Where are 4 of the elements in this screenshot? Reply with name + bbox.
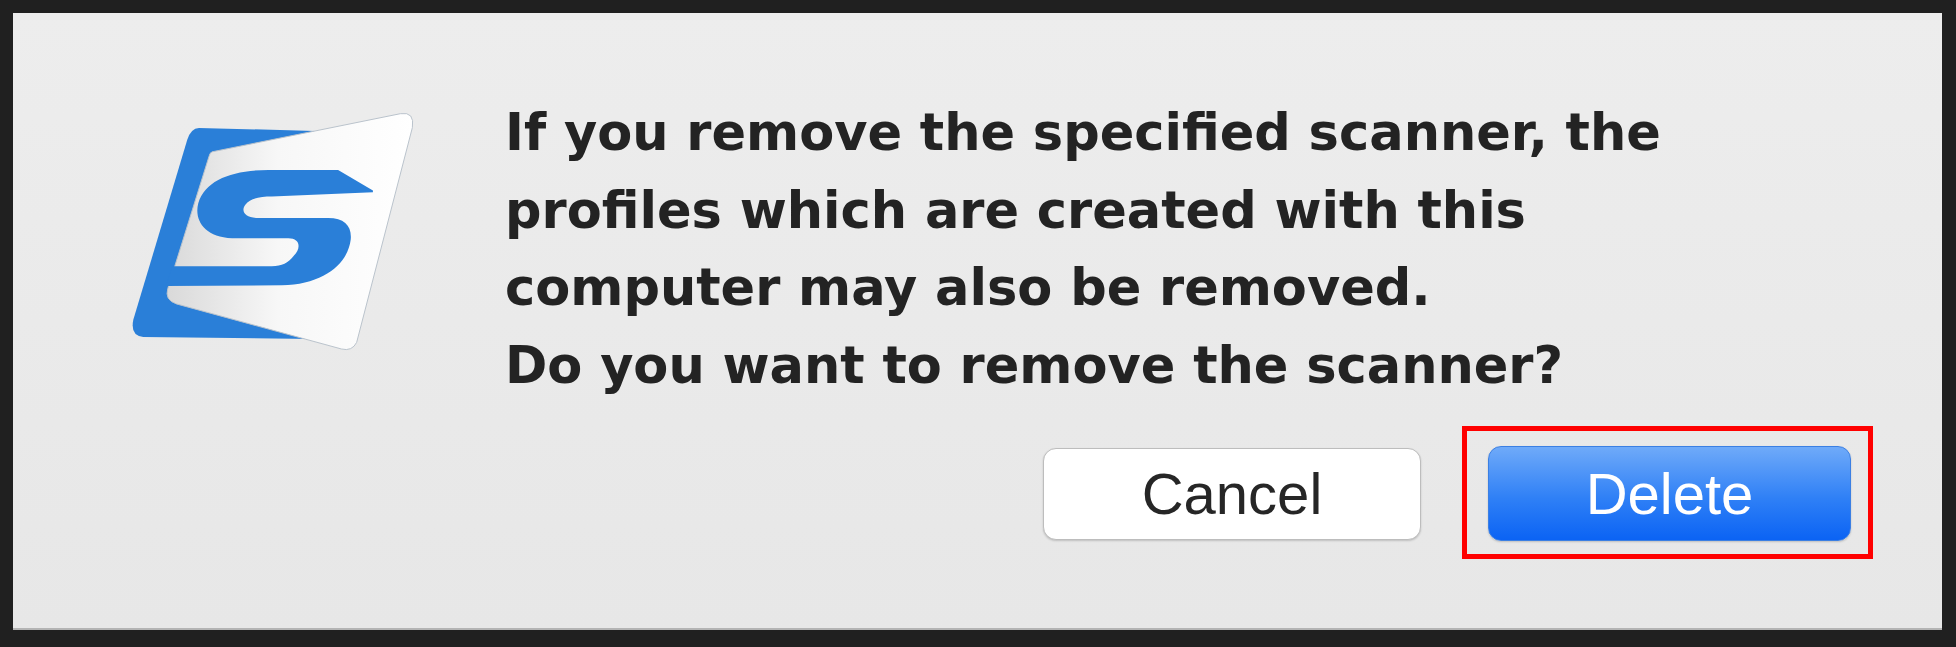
cancel-button[interactable]: Cancel (1043, 447, 1421, 540)
delete-button[interactable]: Delete (1488, 446, 1851, 541)
message-text: If you remove the specified scanner, the profiles which are created with this computer may also be removed. (505, 102, 1662, 319)
question-text: Do you want to remove the scanner? (505, 334, 1565, 397)
